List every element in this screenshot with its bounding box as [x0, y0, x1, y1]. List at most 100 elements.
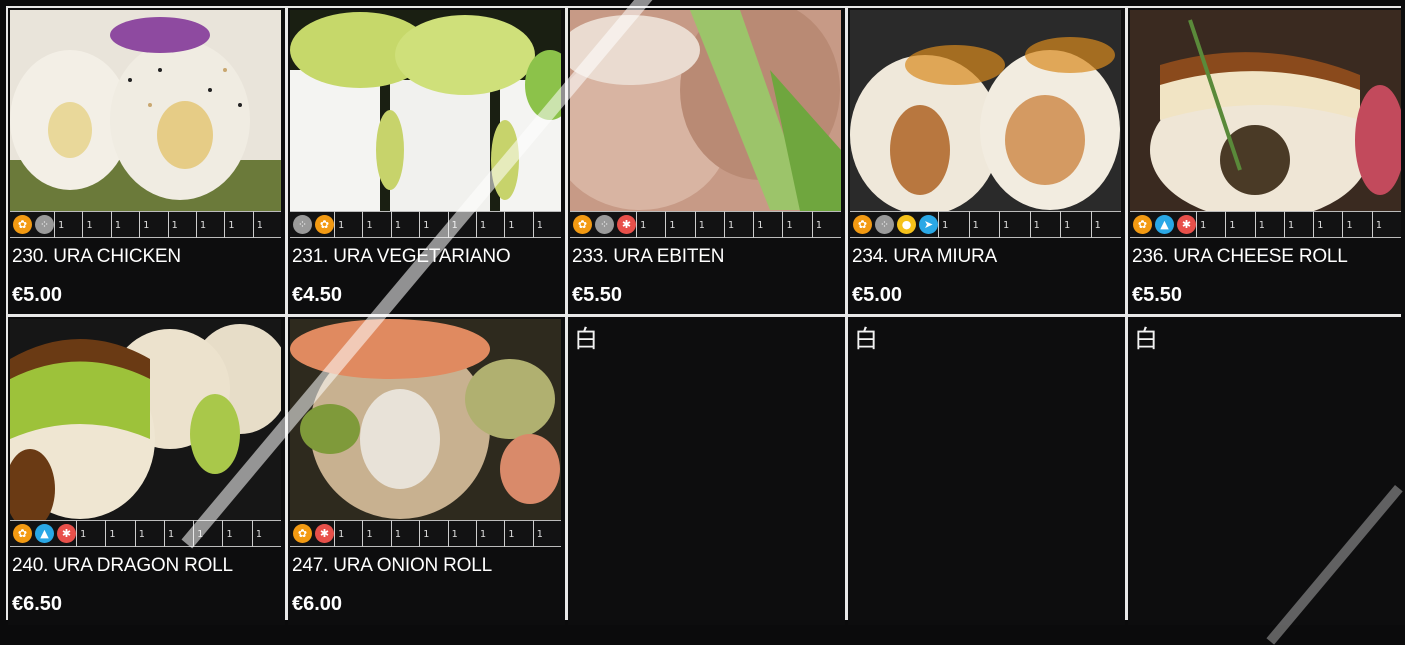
allergen-slot: 1 [419, 520, 447, 547]
item-name: 236. URA CHEESE ROLL [1132, 246, 1348, 267]
allergen-slot: 1 [54, 211, 82, 238]
allergen-slot: 1 [224, 211, 252, 238]
allergen-slot: 1 [390, 211, 419, 238]
menu-item-card[interactable]: ⁘ ✿ 1 1 1 1 1 1 1 1 231. URA VEGETARIANO… [288, 8, 565, 314]
allergen-slot: 1 [968, 211, 1000, 238]
sesame-icon: ⁘ [595, 215, 614, 234]
menu-item-card[interactable]: ✿ ⁘ ✱ 1 1 1 1 1 1 1 233. URA EBITEN €5.5… [568, 8, 845, 314]
allergen-slot: 1 [139, 211, 167, 238]
menu-grid: ✿ ⁘ 1 1 1 1 1 1 1 1 230. URA CHICKEN €5.… [6, 6, 1405, 625]
allergen-slot: 1 [475, 520, 504, 547]
allergen-strip: ✿ ✱ 1 1 1 1 1 1 1 1 [290, 520, 561, 547]
menu-item-card[interactable]: ✿ ⁘ ● ➤ 1 1 1 1 1 1 234. URA MIURA €5.00 [848, 8, 1125, 314]
allergen-slot: 1 [390, 520, 419, 547]
lupin-icon: ▲ [1155, 215, 1174, 234]
allergen-slot: 1 [419, 211, 447, 238]
item-name: 231. URA VEGETARIANO [292, 246, 511, 267]
gluten-icon: ✿ [573, 215, 592, 234]
allergen-strip: ✿ ▲ ✱ 1 1 1 1 1 1 1 [1130, 211, 1401, 238]
item-photo [290, 10, 561, 211]
allergen-slot: 1 [1283, 211, 1313, 238]
menu-item-card[interactable]: ✿ ⁘ 1 1 1 1 1 1 1 1 230. URA CHICKEN €5.… [8, 8, 285, 314]
allergen-slot: 1 [362, 211, 390, 238]
allergen-slot: 1 [362, 520, 390, 547]
empty-menu-card: 白 [848, 317, 1125, 625]
allergen-slot: 1 [334, 211, 362, 238]
allergen-slot: 1 [76, 520, 105, 547]
allergen-slot: 1 [105, 520, 134, 547]
gluten-icon: ✿ [853, 215, 872, 234]
item-photo [850, 10, 1121, 211]
allergen-slot: 1 [475, 211, 504, 238]
allergen-slot: 1 [252, 211, 281, 238]
allergen-slot: 1 [504, 211, 532, 238]
crustacean-icon: ✱ [617, 215, 636, 234]
allergen-slot: 1 [82, 211, 110, 238]
allergen-slot: 1 [1225, 211, 1254, 238]
allergen-strip: ✿ ▲ ✱ 1 1 1 1 1 1 1 [10, 520, 281, 547]
allergen-slot: 1 [163, 520, 193, 547]
allergen-slot: 1 [447, 520, 476, 547]
egg-icon: ● [897, 215, 916, 234]
allergen-slot: 1 [504, 520, 532, 547]
allergen-slot: 1 [811, 211, 841, 238]
placeholder-glyph: 白 [1134, 325, 1158, 353]
allergen-slot: 1 [134, 520, 164, 547]
gluten-icon: ✿ [1133, 215, 1152, 234]
crustacean-icon: ✱ [1177, 215, 1196, 234]
allergen-slot: 1 [1029, 211, 1061, 238]
item-price: €5.50 [1132, 284, 1183, 306]
allergen-slot: 1 [1342, 211, 1371, 238]
crustacean-icon: ✱ [57, 524, 76, 543]
item-price: €5.50 [572, 284, 623, 306]
gluten-icon: ✿ [13, 524, 32, 543]
item-price: €5.00 [12, 284, 63, 306]
placeholder-glyph: 白 [854, 325, 878, 353]
allergen-slot: 1 [193, 520, 222, 547]
crustacean-icon: ✱ [315, 524, 334, 543]
lupin-icon: ▲ [35, 524, 54, 543]
item-name: 247. URA ONION ROLL [292, 555, 492, 576]
allergen-strip: ✿ ⁘ ● ➤ 1 1 1 1 1 1 [850, 211, 1121, 238]
allergen-slot: 1 [532, 520, 561, 547]
allergen-slot: 1 [1060, 211, 1091, 238]
gluten-icon: ✿ [13, 215, 32, 234]
allergen-slot: 1 [1196, 211, 1225, 238]
item-photo [570, 10, 841, 211]
item-photo [290, 319, 561, 520]
allergen-slot: 1 [1313, 211, 1342, 238]
allergen-slot: 1 [447, 211, 476, 238]
allergen-slot: 1 [782, 211, 811, 238]
menu-item-card[interactable]: ✿ ✱ 1 1 1 1 1 1 1 1 247. URA ONION ROLL … [288, 317, 565, 625]
allergen-slot: 1 [222, 520, 251, 547]
menu-item-card[interactable]: ✿ ▲ ✱ 1 1 1 1 1 1 1 236. URA CHEESE ROLL… [1128, 8, 1405, 314]
item-name: 240. URA DRAGON ROLL [12, 555, 233, 576]
allergen-slot: 1 [723, 211, 753, 238]
empty-menu-card: 白 [1128, 317, 1405, 625]
menu-item-card[interactable]: ✿ ▲ ✱ 1 1 1 1 1 1 1 240. URA DRAGON ROLL… [8, 317, 285, 625]
item-photo [10, 319, 281, 520]
item-name: 234. URA MIURA [852, 246, 998, 267]
allergen-slot: 1 [1371, 211, 1401, 238]
allergen-slot: 1 [195, 211, 224, 238]
allergen-slot: 1 [1254, 211, 1284, 238]
item-name: 233. URA EBITEN [572, 246, 725, 267]
allergen-slot: 1 [532, 211, 561, 238]
allergen-slot: 1 [1090, 211, 1122, 238]
item-price: €5.00 [852, 284, 903, 306]
item-price: €6.50 [12, 593, 63, 615]
placeholder-glyph: 白 [574, 325, 598, 353]
gluten-icon: ✿ [293, 524, 312, 543]
allergen-slot: 1 [110, 211, 139, 238]
allergen-slot: 1 [665, 211, 694, 238]
allergen-strip: ✿ ⁘ ✱ 1 1 1 1 1 1 1 [570, 211, 841, 238]
allergen-slot: 1 [999, 211, 1030, 238]
sesame-icon: ⁘ [875, 215, 894, 234]
item-price: €4.50 [292, 284, 343, 306]
fish-icon: ➤ [919, 215, 938, 234]
allergen-slot: 1 [636, 211, 665, 238]
allergen-strip: ⁘ ✿ 1 1 1 1 1 1 1 1 [290, 211, 561, 238]
allergen-slot: 1 [167, 211, 196, 238]
allergen-slot: 1 [334, 520, 362, 547]
allergen-strip: ✿ ⁘ 1 1 1 1 1 1 1 1 [10, 211, 281, 238]
